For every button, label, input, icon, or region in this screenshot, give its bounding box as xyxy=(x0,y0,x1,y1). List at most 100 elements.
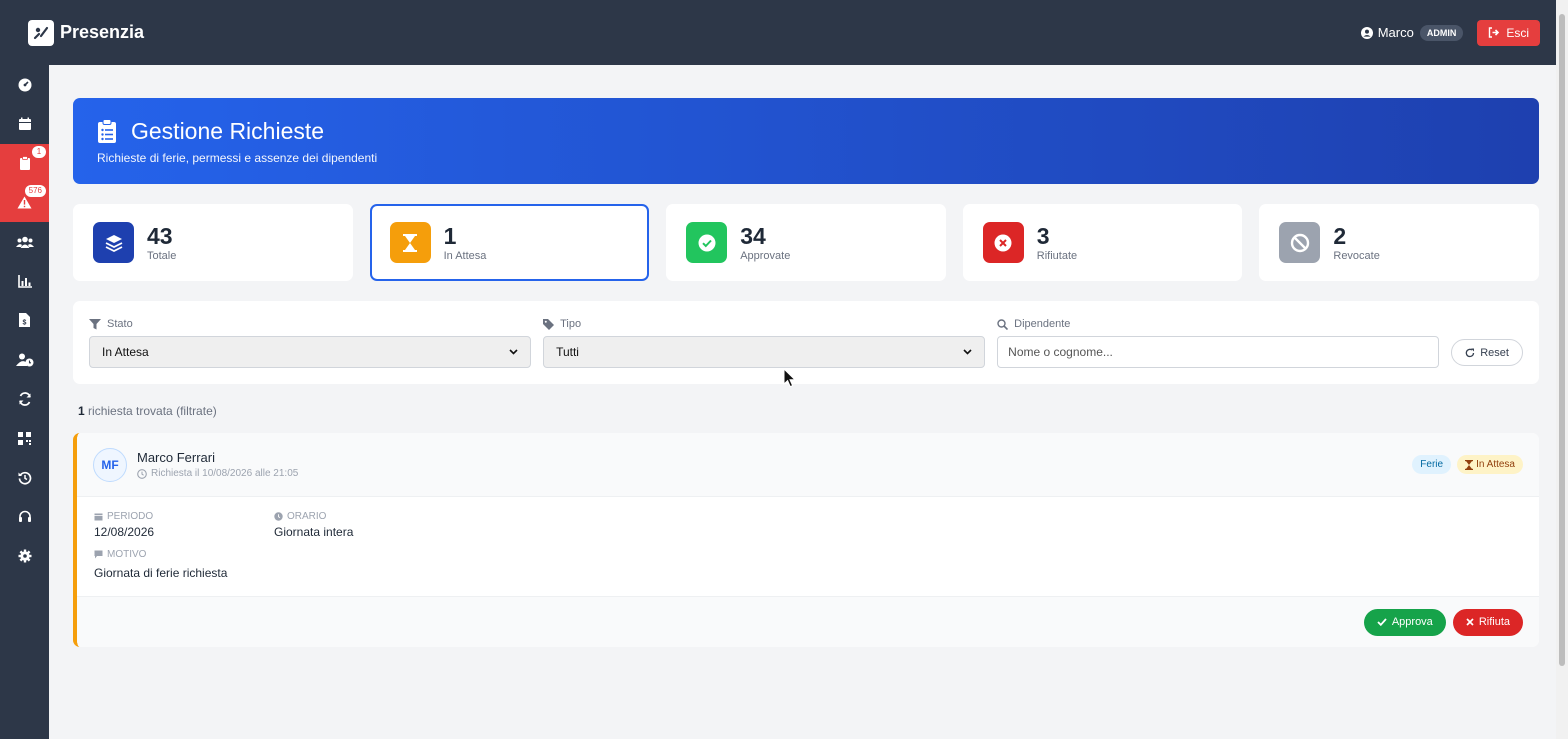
stat-label: In Attesa xyxy=(443,249,487,262)
sidebar-item-payroll[interactable]: $ xyxy=(0,301,49,340)
brand[interactable]: Presenzia xyxy=(28,19,145,46)
stat-label: Totale xyxy=(147,249,177,262)
sidebar-item-support[interactable] xyxy=(0,497,49,536)
users-icon xyxy=(15,236,34,248)
sidebar-item-dashboard[interactable] xyxy=(0,65,49,104)
reset-button[interactable]: Reset xyxy=(1451,339,1523,366)
stat-card-revoked[interactable]: 2 Revocate xyxy=(1259,204,1539,281)
stat-value: 34 xyxy=(740,222,766,249)
request-header: MF Marco Ferrari Richiesta il 10/08/2026… xyxy=(77,433,1539,497)
check-circle-icon xyxy=(698,234,716,251)
stat-icon-bg xyxy=(389,222,431,263)
history-icon xyxy=(18,471,31,485)
sidebar-item-attendance[interactable] xyxy=(0,340,49,379)
app-name: Presenzia xyxy=(60,22,145,42)
scrollbar-thumb[interactable] xyxy=(1559,14,1565,666)
calendar-icon xyxy=(18,117,31,130)
stat-value: 3 xyxy=(1036,222,1050,249)
time-label: Orario xyxy=(287,511,327,522)
tag-icon xyxy=(543,318,555,330)
stats-row: 43 Totale 1 In Attesa 34 Approvate 3 Rif… xyxy=(73,204,1539,281)
main-content: Gestione Richieste Richieste di ferie, p… xyxy=(73,98,1539,647)
gear-icon xyxy=(18,549,31,563)
status-badge: In Attesa xyxy=(1457,455,1523,474)
sidebar-item-alerts[interactable]: 576 xyxy=(0,182,49,223)
user-area: Marco ADMIN Esci xyxy=(1360,19,1540,46)
status-filter: Stato In Attesa xyxy=(89,318,532,368)
request-date: Richiesta il 10/08/2026 alle 21:05 xyxy=(151,468,299,479)
stat-card-approved[interactable]: 34 Approvate xyxy=(666,204,946,281)
status-filter-label: Stato xyxy=(107,318,133,330)
sidebar-item-employees[interactable] xyxy=(0,222,49,261)
employee-search-input[interactable] xyxy=(997,336,1440,368)
sidebar-item-calendar[interactable] xyxy=(0,104,49,143)
user-circle-icon xyxy=(1360,26,1373,39)
sidebar-item-settings[interactable] xyxy=(0,537,49,576)
requests-badge: 1 xyxy=(32,145,46,158)
type-select-value: Tutti xyxy=(556,345,579,359)
layers-icon xyxy=(105,234,122,252)
results-number: 1 xyxy=(78,404,85,418)
redo-icon xyxy=(1465,348,1475,357)
stat-card-pending[interactable]: 1 In Attesa xyxy=(369,204,650,281)
warning-icon xyxy=(17,196,32,209)
stat-value: 43 xyxy=(147,222,173,249)
request-type-badge: Ferie xyxy=(1412,455,1452,474)
calendar-icon xyxy=(94,513,103,521)
sidebar: 1 576 $ xyxy=(0,65,49,739)
clipboard-list-icon xyxy=(98,119,116,143)
stat-value: 2 xyxy=(1333,222,1347,249)
reset-label: Reset xyxy=(1480,346,1509,359)
top-bar: Presenzia Marco ADMIN Esci xyxy=(0,0,1556,65)
page-header: Gestione Richieste Richieste di ferie, p… xyxy=(73,98,1539,184)
request-actions: Approva Rifiuta xyxy=(77,596,1539,647)
user-clock-icon xyxy=(15,353,33,367)
sidebar-item-qrcode[interactable] xyxy=(0,419,49,458)
stat-card-rejected[interactable]: 3 Rifiutate xyxy=(962,204,1243,281)
sidebar-item-history[interactable] xyxy=(0,458,49,497)
dashboard-icon xyxy=(18,78,31,92)
hourglass-icon xyxy=(1465,459,1474,470)
sidebar-item-reports[interactable] xyxy=(0,261,49,300)
user-name: Marco xyxy=(1377,25,1414,40)
approve-label: Approva xyxy=(1391,616,1433,628)
sidebar-item-sync[interactable] xyxy=(0,379,49,418)
stat-value: 1 xyxy=(443,222,457,249)
stat-card-total[interactable]: 43 Totale xyxy=(73,204,353,281)
chart-icon xyxy=(17,274,32,288)
clock-icon xyxy=(274,512,283,521)
approve-button[interactable]: Approva xyxy=(1363,608,1446,636)
logout-label: Esci xyxy=(1506,25,1529,40)
employee-name: Marco Ferrari xyxy=(137,450,216,465)
alerts-badge: 576 xyxy=(24,184,46,197)
avatar: MF xyxy=(93,447,127,482)
time-field: Orario Giornata intera xyxy=(274,511,454,539)
type-filter-label: Tipo xyxy=(560,318,582,330)
role-badge: ADMIN xyxy=(1419,24,1464,41)
results-text: richiesta trovata (filtrate) xyxy=(88,404,217,418)
mouse-cursor-icon xyxy=(783,368,796,388)
stat-icon-bg xyxy=(93,222,134,263)
employee-filter: Dipendente xyxy=(997,318,1440,368)
period-label: Periodo xyxy=(107,511,154,522)
clipboard-icon xyxy=(19,156,30,171)
stat-icon-bg xyxy=(1279,222,1321,263)
user-menu[interactable]: Marco xyxy=(1360,25,1414,40)
type-select[interactable]: Tutti xyxy=(543,336,986,368)
page-title: Gestione Richieste xyxy=(131,118,325,144)
type-filter: Tipo Tutti xyxy=(543,318,986,368)
page-scrollbar[interactable] xyxy=(1556,0,1568,739)
sidebar-item-requests[interactable]: 1 xyxy=(0,143,49,183)
status-badge-label: In Attesa xyxy=(1476,459,1515,470)
sync-icon xyxy=(18,392,31,406)
stat-label: Approvate xyxy=(740,249,791,262)
logout-button[interactable]: Esci xyxy=(1477,19,1540,46)
period-field: Periodo 12/08/2026 xyxy=(94,511,274,539)
reject-button[interactable]: Rifiuta xyxy=(1452,608,1523,636)
qrcode-icon xyxy=(18,431,31,445)
search-icon xyxy=(997,318,1009,330)
filters-panel: Stato In Attesa Tipo Tutti Dipendente No… xyxy=(73,301,1539,384)
status-select[interactable]: In Attesa xyxy=(89,336,532,368)
ban-icon xyxy=(1290,233,1310,252)
filter-icon xyxy=(89,318,101,329)
